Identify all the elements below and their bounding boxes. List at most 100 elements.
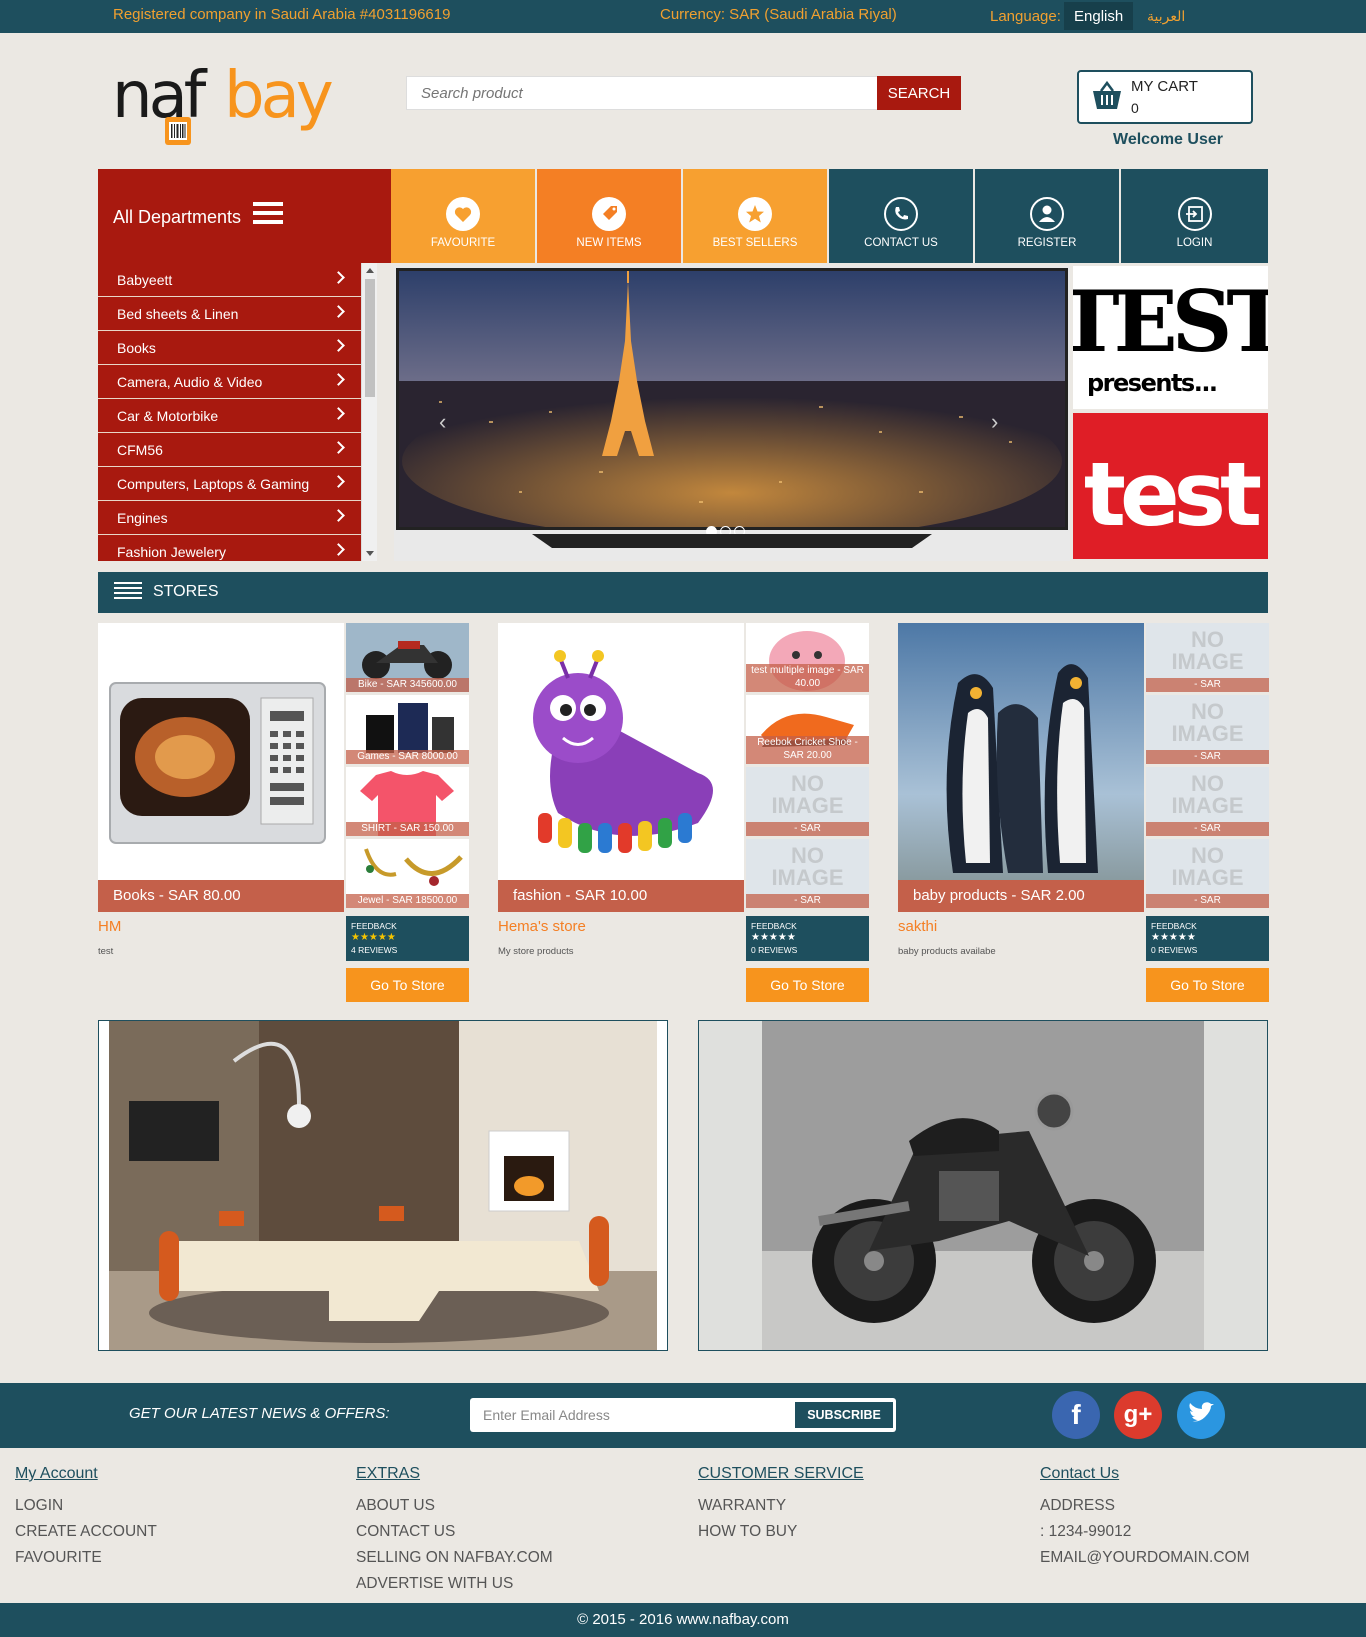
- footer-extras: EXTRAS ABOUT US CONTACT US SELLING ON NA…: [356, 1465, 553, 1601]
- scroll-thumb[interactable]: [365, 279, 375, 397]
- scroll-up-icon[interactable]: [366, 268, 374, 273]
- footer-link[interactable]: ADVERTISE WITH US: [356, 1575, 553, 1593]
- twitter-icon[interactable]: [1177, 1391, 1225, 1439]
- store-main-caption[interactable]: baby products - SAR 2.00: [898, 880, 1144, 912]
- go-to-store-button[interactable]: Go To Store: [346, 968, 469, 1002]
- product-thumb[interactable]: Jewel - SAR 18500.00: [346, 839, 469, 908]
- footer-link[interactable]: ABOUT US: [356, 1497, 553, 1515]
- nafbay-logo[interactable]: naf bay: [112, 55, 362, 150]
- product-thumb[interactable]: NO IMAGE - SAR: [1146, 695, 1269, 764]
- nav-favourite-button[interactable]: FAVOURITE: [391, 169, 535, 263]
- side-ad-test-presents[interactable]: TEST presents...: [1057, 266, 1294, 409]
- search-button[interactable]: SEARCH: [877, 76, 961, 110]
- all-departments-label: All Departments: [113, 207, 242, 227]
- store-description: test: [98, 946, 114, 957]
- dept-item[interactable]: Engines: [98, 501, 361, 535]
- rating-stars-icon: ★★★★★: [751, 932, 796, 943]
- department-scrollbar[interactable]: [361, 263, 377, 561]
- footer-link[interactable]: CREATE ACCOUNT: [15, 1523, 157, 1541]
- dept-item-label: Babyeett: [117, 272, 173, 288]
- footer-link[interactable]: HOW TO BUY: [698, 1523, 864, 1541]
- store-card: Books - SAR 80.00 Bike - SAR 345600.00 G…: [98, 623, 469, 1003]
- cart-widget[interactable]: MY CART 0: [1077, 70, 1253, 124]
- stores-title: STORES: [153, 583, 219, 600]
- feedback-label: FEEDBACK: [1151, 921, 1197, 931]
- nav-login-button[interactable]: LOGIN: [1121, 169, 1268, 263]
- review-count: 0 REVIEWS: [751, 945, 798, 955]
- chevron-right-icon: [332, 475, 345, 488]
- email-field[interactable]: Enter Email Address: [483, 1407, 610, 1423]
- product-thumb[interactable]: NO IMAGE - SAR: [746, 839, 869, 908]
- all-departments-button[interactable]: All Departments: [98, 169, 391, 263]
- list-icon: [114, 582, 142, 602]
- dept-item[interactable]: Car & Motorbike: [98, 399, 361, 433]
- scroll-down-icon[interactable]: [366, 551, 374, 556]
- product-thumb[interactable]: SHIRT - SAR 150.00: [346, 767, 469, 836]
- footer-link[interactable]: SELLING ON NAFBAY.COM: [356, 1549, 553, 1567]
- store-main-image[interactable]: [898, 623, 1144, 909]
- tv-stand: [532, 534, 932, 548]
- no-image-placeholder: NO IMAGE: [771, 771, 844, 818]
- store-card: baby products - SAR 2.00 NO IMAGE - SAR N…: [898, 623, 1269, 1003]
- dept-item[interactable]: Bed sheets & Linen: [98, 297, 361, 331]
- language-english-button[interactable]: English: [1064, 2, 1134, 30]
- footer-link[interactable]: LOGIN: [15, 1497, 157, 1515]
- side-ad-test[interactable]: test: [1073, 413, 1268, 559]
- language-arabic-button[interactable]: العربية: [1147, 8, 1185, 25]
- promo-banner-living-room[interactable]: [98, 1020, 668, 1351]
- hero-slide-image: ‹ ›: [396, 268, 1068, 530]
- dept-item[interactable]: Books: [98, 331, 361, 365]
- dept-item[interactable]: Fashion Jewelery: [98, 535, 361, 561]
- product-thumb[interactable]: test multiple image - SAR 40.00: [746, 623, 869, 692]
- dept-item[interactable]: Computers, Laptops & Gaming: [98, 467, 361, 501]
- product-thumb[interactable]: NO IMAGE - SAR: [1146, 767, 1269, 836]
- product-thumb-caption: test multiple image - SAR 40.00: [746, 664, 869, 692]
- feedback-label: FEEDBACK: [751, 921, 797, 931]
- store-main-caption[interactable]: Books - SAR 80.00: [98, 880, 344, 912]
- footer-link[interactable]: WARRANTY: [698, 1497, 864, 1515]
- star-icon: [738, 197, 772, 231]
- top-bar: Registered company in Saudi Arabia #4031…: [0, 0, 1366, 33]
- product-thumb[interactable]: NO IMAGE - SAR: [1146, 623, 1269, 692]
- product-thumb[interactable]: NO IMAGE - SAR: [1146, 839, 1269, 908]
- hero-slider[interactable]: ‹ ›: [394, 266, 1070, 561]
- footer-link[interactable]: CONTACT US: [356, 1523, 553, 1541]
- feedback-label: FEEDBACK: [351, 921, 397, 931]
- footer-email[interactable]: EMAIL@YOURDOMAIN.COM: [1040, 1549, 1250, 1567]
- store-name[interactable]: sakthi: [898, 918, 937, 935]
- svg-text:naf: naf: [112, 59, 208, 133]
- chevron-right-icon: [332, 305, 345, 318]
- department-list: Babyeett Bed sheets & Linen Books Camera…: [98, 263, 361, 561]
- footer-customer-service: CUSTOMER SERVICE WARRANTY HOW TO BUY: [698, 1465, 864, 1549]
- google-plus-icon[interactable]: g+: [1114, 1391, 1162, 1439]
- dept-item[interactable]: Babyeett: [98, 263, 361, 297]
- product-thumb[interactable]: NO IMAGE - SAR: [746, 767, 869, 836]
- product-thumb[interactable]: Reebok Cricket Shoe - SAR 20.00: [746, 695, 869, 764]
- chevron-right-icon: [332, 441, 345, 454]
- store-name[interactable]: HM: [98, 918, 121, 935]
- dept-item[interactable]: Camera, Audio & Video: [98, 365, 361, 399]
- nav-contact-us-button[interactable]: CONTACT US: [829, 169, 973, 263]
- search-input[interactable]: [406, 76, 877, 110]
- store-main-image[interactable]: [498, 623, 744, 909]
- facebook-icon[interactable]: f: [1052, 1391, 1100, 1439]
- dept-item[interactable]: CFM56: [98, 433, 361, 467]
- nav-best-sellers-button[interactable]: BEST SELLERS: [683, 169, 827, 263]
- product-thumb[interactable]: Bike - SAR 345600.00: [346, 623, 469, 692]
- subscribe-button[interactable]: SUBSCRIBE: [795, 1402, 893, 1428]
- store-main-image[interactable]: [98, 623, 344, 909]
- nav-new-items-button[interactable]: NEW ITEMS: [537, 169, 681, 263]
- nav-register-button[interactable]: REGISTER: [975, 169, 1119, 263]
- go-to-store-button[interactable]: Go To Store: [746, 968, 869, 1002]
- slider-prev-icon[interactable]: ‹: [439, 409, 446, 435]
- store-name[interactable]: Hema's store: [498, 918, 586, 935]
- footer-link[interactable]: FAVOURITE: [15, 1549, 157, 1567]
- go-to-store-button[interactable]: Go To Store: [1146, 968, 1269, 1002]
- dept-item-label: Bed sheets & Linen: [117, 306, 239, 322]
- store-main-caption[interactable]: fashion - SAR 10.00: [498, 880, 744, 912]
- slider-next-icon[interactable]: ›: [991, 409, 998, 435]
- promo-banner-motorbike[interactable]: [698, 1020, 1268, 1351]
- product-thumb-caption: - SAR: [1146, 894, 1269, 908]
- registration-text: Registered company in Saudi Arabia #4031…: [113, 6, 451, 23]
- product-thumb[interactable]: Games - SAR 8000.00: [346, 695, 469, 764]
